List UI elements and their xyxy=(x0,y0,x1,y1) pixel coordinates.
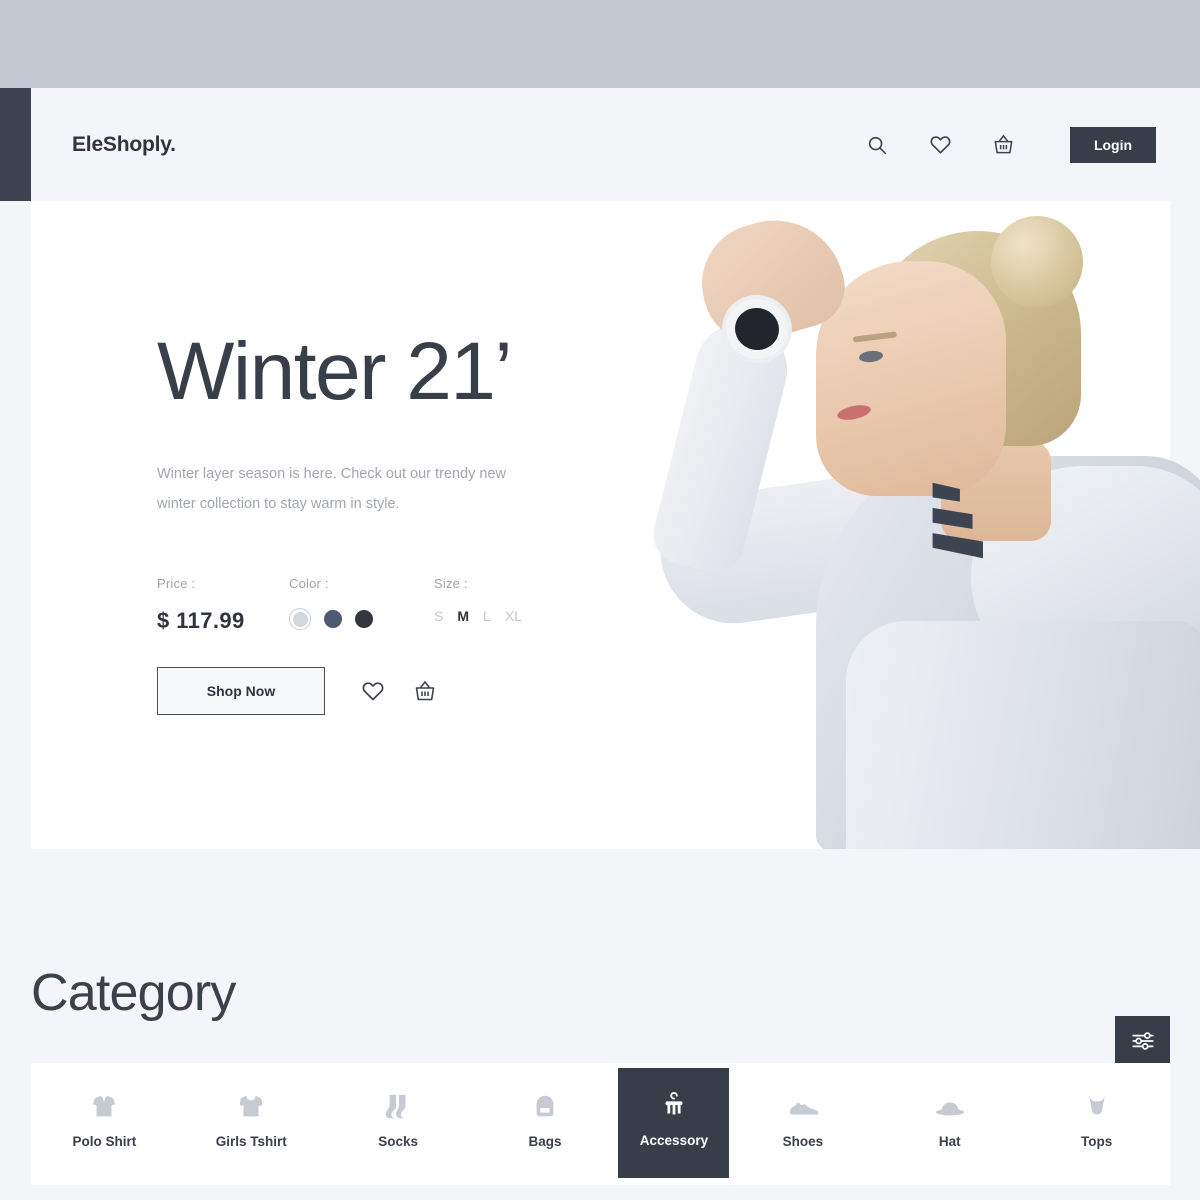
category-item-bags[interactable]: Bags xyxy=(472,1063,619,1185)
size-option-s[interactable]: S xyxy=(434,608,443,624)
photo-brand-logo xyxy=(932,482,983,559)
color-swatch-charcoal[interactable] xyxy=(355,610,373,628)
price-label: Price : xyxy=(157,576,196,591)
size-block: Size : S M L XL xyxy=(434,576,522,634)
size-options: S M L XL xyxy=(434,608,522,624)
hero-copy: Winter 21’ Winter layer season is here. … xyxy=(157,331,627,520)
top-strip xyxy=(0,0,1200,88)
photo-face xyxy=(816,261,1006,496)
category-heading: Category xyxy=(31,964,236,1022)
category-item-hat[interactable]: Hat xyxy=(876,1063,1023,1185)
sliders-icon xyxy=(1130,1028,1156,1059)
price-block: Price : $ 117.99 xyxy=(157,576,289,634)
site-logo[interactable]: EleShoply. xyxy=(72,133,176,157)
hero-subtitle: Winter layer season is here. Check out o… xyxy=(157,466,506,513)
color-swatch-slate-blue[interactable] xyxy=(324,610,342,628)
heart-icon[interactable] xyxy=(925,130,955,160)
site-header: EleShoply. Login xyxy=(31,88,1200,201)
size-option-m[interactable]: M xyxy=(457,608,469,624)
category-label: Polo Shirt xyxy=(72,1133,137,1149)
category-item-shoes[interactable]: Shoes xyxy=(729,1063,876,1185)
heart-icon[interactable] xyxy=(361,679,385,703)
tshirt-icon xyxy=(236,1092,266,1122)
shoe-icon xyxy=(787,1092,819,1122)
hero-product-image xyxy=(641,201,1200,849)
category-item-accessory[interactable]: Accessory xyxy=(618,1068,730,1178)
color-label: Color : xyxy=(289,576,329,591)
top-icon xyxy=(1083,1092,1111,1122)
hero-title: Winter 21’ xyxy=(157,326,513,417)
category-label: Socks xyxy=(378,1133,419,1149)
size-option-xl[interactable]: XL xyxy=(505,608,522,624)
hanger-icon xyxy=(659,1091,689,1121)
page-root: EleShoply. Login Winter 21’ Winter layer… xyxy=(0,0,1200,1200)
login-button[interactable]: Login xyxy=(1070,126,1156,163)
socks-icon xyxy=(383,1092,413,1122)
color-swatch-light-gray[interactable] xyxy=(289,608,311,630)
polo-shirt-icon xyxy=(89,1092,119,1122)
basket-icon[interactable] xyxy=(988,130,1018,160)
hero-actions: Shop Now xyxy=(157,667,437,715)
shop-now-button[interactable]: Shop Now xyxy=(157,667,325,715)
category-label: Accessory xyxy=(639,1132,709,1148)
price-value: $ 117.99 xyxy=(157,608,245,633)
category-item-girls-tshirt[interactable]: Girls Tshirt xyxy=(178,1063,325,1185)
category-bar: Polo Shirt Girls Tshirt Socks Bags Acces… xyxy=(31,1063,1170,1185)
size-label: Size : xyxy=(434,576,468,591)
color-block: Color : xyxy=(289,576,434,634)
category-label: Tops xyxy=(1080,1133,1113,1149)
size-option-l[interactable]: L xyxy=(483,608,491,624)
category-item-tops[interactable]: Tops xyxy=(1023,1063,1170,1185)
product-options: Price : $ 117.99 Color : Size : S M L XL xyxy=(157,576,522,634)
color-swatches xyxy=(289,608,434,630)
category-label: Girls Tshirt xyxy=(215,1133,287,1149)
category-item-polo-shirt[interactable]: Polo Shirt xyxy=(31,1063,178,1185)
bag-icon xyxy=(530,1092,560,1122)
photo-hair-bun xyxy=(991,216,1083,308)
sidebar-accent-block xyxy=(0,88,31,201)
category-label: Hat xyxy=(938,1133,961,1149)
photo-hoodie-body xyxy=(846,621,1200,849)
category-label: Shoes xyxy=(782,1133,824,1149)
category-label: Bags xyxy=(528,1133,562,1149)
category-item-socks[interactable]: Socks xyxy=(325,1063,472,1185)
hat-icon xyxy=(934,1092,966,1122)
header-actions: Login xyxy=(862,126,1156,163)
search-icon[interactable] xyxy=(862,130,892,160)
basket-icon[interactable] xyxy=(413,679,437,703)
hero-banner: Winter 21’ Winter layer season is here. … xyxy=(31,201,1200,849)
